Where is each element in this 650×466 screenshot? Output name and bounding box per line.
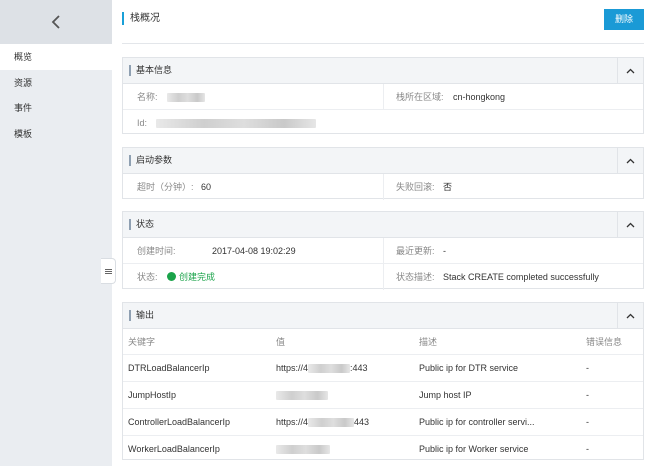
success-dot-icon [167,272,176,282]
panel-header: 状态 [123,212,643,238]
launch-params-panel: 启动参数 超时（分钟）: 60 失败回滚: 否 [122,147,644,200]
table-row: JumpHostIp Jump host IP - [123,382,643,409]
panel-title: 基本信息 [129,65,172,76]
field-label: 名称: [137,92,158,102]
collapse-toggle[interactable] [617,303,643,328]
table-header: 关键字 值 描述 错误信息 [123,329,643,355]
output-description: Public ip for DTR service [419,363,519,373]
back-button[interactable] [0,0,112,44]
panel-title: 启动参数 [129,155,172,166]
status-text: 创建完成 [179,272,216,282]
output-description: Public ip for controller servi... [419,417,535,427]
redacted-value [276,445,330,455]
region-value: cn-hongkong [453,92,506,102]
panel-header: 基本信息 [123,58,643,84]
outputs-panel: 输出 关键字 值 描述 错误信息 DTRLoadBalancerIp https… [122,302,644,460]
redacted-value [156,119,316,129]
info-row: 超时（分钟）: 60 失败回滚: 否 [123,174,643,200]
panel-title: 状态 [129,219,154,230]
chevron-up-icon [626,68,635,73]
collapse-toggle[interactable] [617,212,643,237]
column-header: 错误信息 [586,337,623,347]
menu-icon [104,268,112,275]
info-row: 名称: 栈所在区域: cn-hongkong [123,84,643,110]
output-value [276,382,328,408]
panel-title: 输出 [129,310,154,321]
field-label: Id: [137,118,148,128]
redacted-value [308,418,355,428]
output-key: WorkerLoadBalancerIp [128,444,220,454]
field-label: 状态: [137,272,158,282]
sidebar-item-template[interactable]: 模板 [0,121,112,147]
field-label: 最近更新: [396,246,435,256]
field-label: 栈所在区域: [396,92,444,102]
output-error: - [586,417,589,427]
info-row: Id: [123,110,643,136]
timeout-value: 60 [201,182,212,192]
collapse-toggle[interactable] [617,148,643,173]
field-label: 失败回滚: [396,182,435,192]
field-label: 超时（分钟）: [137,182,194,192]
column-header: 描述 [419,337,438,347]
updated-time-value: - [443,246,446,256]
info-row: 状态: 创建完成 状态描述: Stack CREATE completed su… [123,264,643,290]
table-row: ControllerLoadBalancerIp https://4 443 Pu… [123,409,643,436]
field-label: 状态描述: [396,272,435,282]
page-title: 栈概况 [122,12,160,25]
status-badge: 创建完成 [167,264,215,290]
column-header: 关键字 [128,337,156,347]
output-description: Public ip for Worker service [419,444,529,454]
basic-info-panel: 基本信息 名称: 栈所在区域: cn-hongkong Id: [122,57,644,134]
stack-id-value [156,110,316,136]
output-key: ControllerLoadBalancerIp [128,417,231,427]
field-label: 创建时间: [137,246,176,256]
output-error: - [586,390,589,400]
sidebar-item-events[interactable]: 事件 [0,95,112,121]
sidebar-item-resources[interactable]: 资源 [0,70,112,96]
redacted-value [308,364,351,374]
chevron-up-icon [626,313,635,318]
output-description: Jump host IP [419,390,472,400]
status-description-value: Stack CREATE completed successfully [443,272,599,282]
rollback-value: 否 [443,182,453,192]
collapse-toggle[interactable] [617,58,643,83]
output-value: https://4 443 [276,417,370,428]
sidebar: 概览 资源 事件 模板 [0,0,112,466]
column-header: 值 [276,337,286,347]
stack-name-value [167,84,205,110]
panel-header: 启动参数 [123,148,643,174]
redacted-value [276,391,328,401]
chevron-left-icon [51,15,60,29]
output-error: - [586,444,589,454]
output-value [276,436,330,462]
table-row: WorkerLoadBalancerIp Public ip for Worke… [123,436,643,463]
page-header: 栈概况 删除 [122,0,644,44]
redacted-value [167,93,205,103]
sidebar-item-overview[interactable]: 概览 [0,44,112,70]
created-time-value: 2017-04-08 19:02:29 [212,246,296,256]
output-error: - [586,363,589,373]
panel-header: 输出 [123,303,643,329]
status-panel: 状态 创建时间: 2017-04-08 19:02:29 最近更新: - 状态:… [122,211,644,290]
chevron-up-icon [626,158,635,163]
output-key: DTRLoadBalancerIp [128,363,210,373]
delete-button[interactable]: 删除 [604,9,644,30]
output-key: JumpHostIp [128,390,177,400]
table-row: DTRLoadBalancerIp https://4:443 Public i… [123,355,643,382]
chevron-up-icon [626,222,635,227]
output-value: https://4:443 [276,363,368,374]
info-row: 创建时间: 2017-04-08 19:02:29 最近更新: - [123,238,643,264]
sidebar-collapse-handle[interactable] [101,258,116,284]
